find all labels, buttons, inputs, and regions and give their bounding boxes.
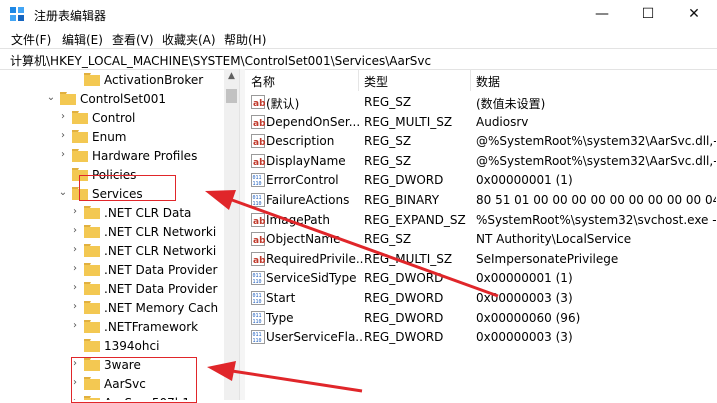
annotation-arrows <box>205 190 499 393</box>
arrow-to-aarsvc <box>207 361 363 393</box>
arrow-to-services <box>205 190 499 298</box>
